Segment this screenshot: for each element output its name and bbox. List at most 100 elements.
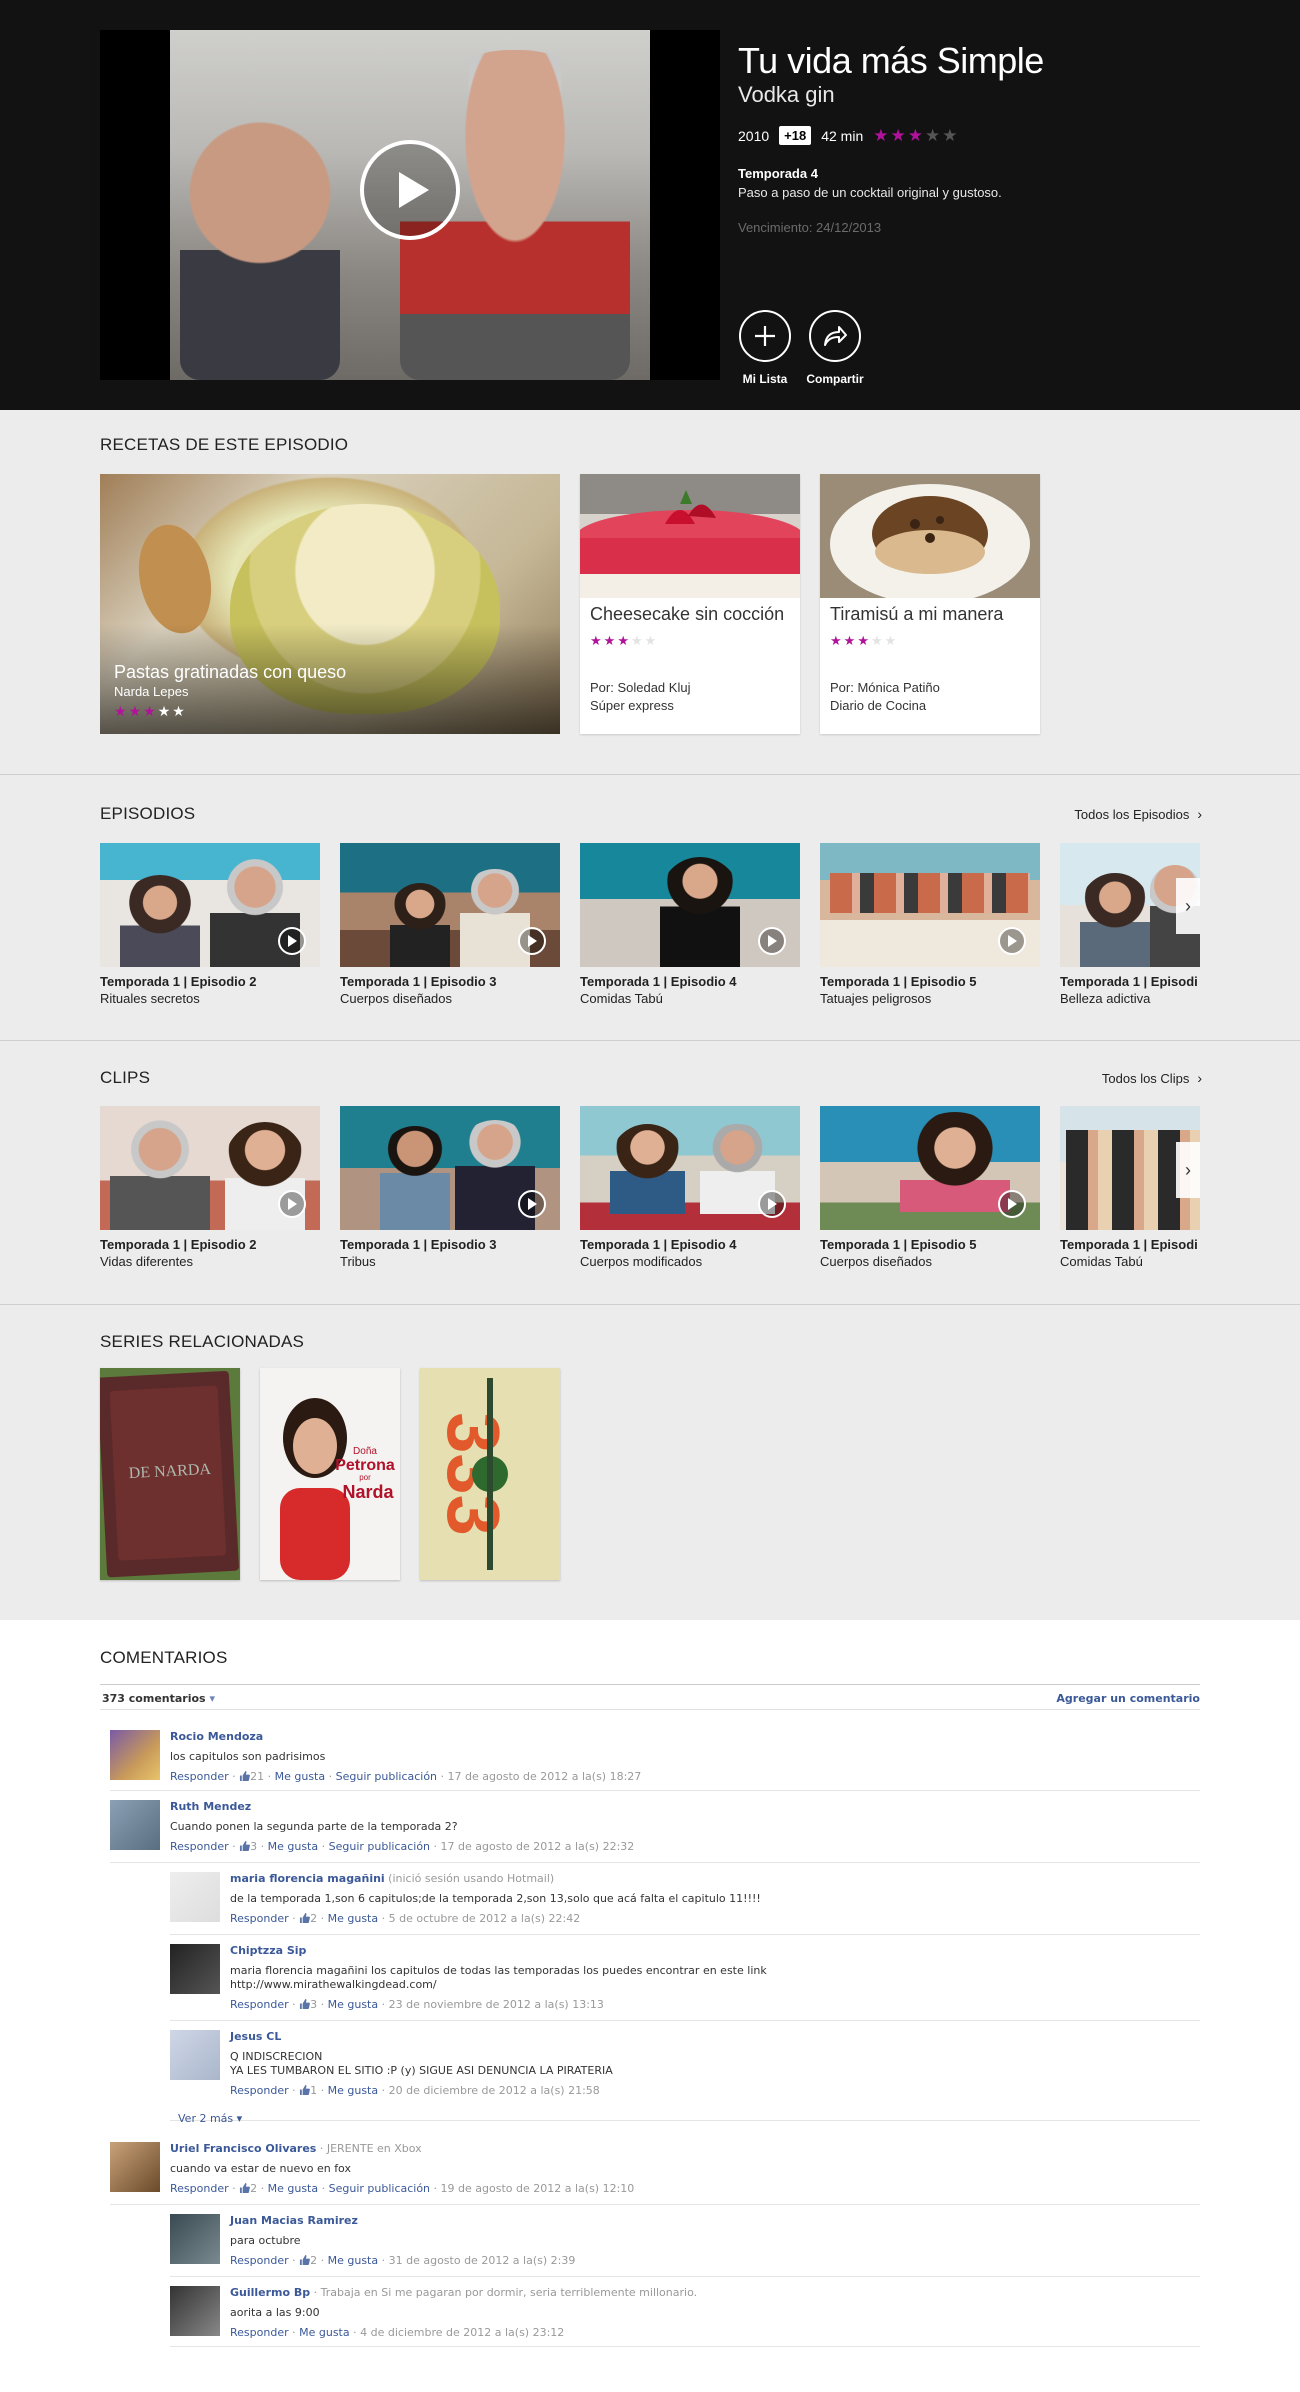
- avatar[interactable]: [170, 1944, 220, 1994]
- comment-author[interactable]: Juan Macias Ramirez: [230, 2214, 358, 2227]
- related-series-card[interactable]: Doña Petrona por Narda: [260, 1368, 400, 1580]
- episodes-next-arrow[interactable]: ›: [1176, 878, 1200, 934]
- reply-link[interactable]: Responder: [170, 2182, 229, 2195]
- episode-label: Temporada 1 | Episodio 2: [100, 974, 257, 989]
- clip-name: Cuerpos diseñados: [820, 1254, 933, 1269]
- reply-link[interactable]: Responder: [170, 1770, 229, 1783]
- avatar[interactable]: [170, 2030, 220, 2080]
- recipe-card[interactable]: Cheesecake sin cocción ★ ★ ★ ★ ★ Por: Soleda…: [580, 474, 800, 734]
- comment-body: maria florencia magañini (inició sesión …: [230, 1872, 761, 1925]
- play-button[interactable]: [360, 140, 460, 240]
- reply-link[interactable]: Responder: [230, 2254, 289, 2267]
- my-list-button[interactable]: Mi Lista: [730, 310, 800, 386]
- clip-name: Tribus: [340, 1254, 376, 1269]
- comment-body: Guillermo Bp · Trabaja en Si me pagaran …: [230, 2286, 697, 2339]
- avatar[interactable]: [170, 2286, 220, 2336]
- star-icon: ★: [114, 703, 127, 719]
- star-icon: ★: [157, 703, 171, 719]
- recipes-section-title: RECETAS DE ESTE EPISODIO: [100, 435, 349, 454]
- add-comment-link[interactable]: Agregar un comentario: [1056, 1692, 1200, 1705]
- episode-card[interactable]: Temporada 1 | Episodio 2 Rituales secret…: [100, 843, 320, 1006]
- follow-link[interactable]: Seguir publicación: [329, 1840, 430, 1853]
- comments-count-dropdown[interactable]: 373 comentarios ▾: [102, 1692, 215, 1705]
- thumbs-up-icon: [240, 2183, 250, 2193]
- episodes-section-title: EPISODIOS: [100, 804, 196, 823]
- avatar[interactable]: [110, 1800, 160, 1850]
- comment-text-line: Cuando ponen la segunda parte de la temp…: [170, 1820, 458, 1833]
- clips-section-title: CLIPS: [100, 1068, 151, 1087]
- comment-actions: Responder · 2 · Me gusta · 5 de octubre …: [230, 1912, 581, 1925]
- episode-label: Temporada 1 | Episodi: [1060, 974, 1198, 989]
- recipe-category: Súper express: [590, 698, 674, 713]
- episode-card[interactable]: Temporada 1 | Episodio 3 Cuerpos diseñad…: [340, 843, 560, 1006]
- recipe-title: Cheesecake sin cocción: [590, 604, 785, 624]
- see-more-replies-link[interactable]: Ver 2 más ▾: [178, 2112, 242, 2125]
- share-label: Compartir: [806, 372, 864, 386]
- reply-link[interactable]: Responder: [230, 1912, 289, 1925]
- comment-text-line: maria florencia magañini los capitulos d…: [230, 1964, 767, 1977]
- avatar[interactable]: [110, 1730, 160, 1780]
- comment-author[interactable]: Rocio Mendoza: [170, 1730, 263, 1743]
- like-link[interactable]: Me gusta: [328, 2084, 379, 2097]
- share-button[interactable]: Compartir: [800, 310, 870, 386]
- reply-link[interactable]: Responder: [170, 1840, 229, 1853]
- recipe-featured-card[interactable]: Pastas gratinadas con queso Narda Lepes …: [100, 474, 560, 734]
- star-icon: ★: [128, 703, 142, 719]
- like-link[interactable]: Me gusta: [328, 2254, 379, 2267]
- see-all-episodes-link[interactable]: Todos los Episodios ›: [1074, 806, 1202, 822]
- related-series-card[interactable]: 333: [420, 1368, 560, 1580]
- comment-actions: Responder · 1 · Me gusta · 20 de diciemb…: [230, 2084, 600, 2097]
- clip-card[interactable]: Temporada 1 | Episodio 5 Cuerpos diseñad…: [820, 1106, 1040, 1269]
- star-icon: ★: [843, 633, 856, 648]
- thumbs-up-icon: [300, 1999, 310, 2009]
- show-title: Tu vida más Simple: [738, 40, 1044, 81]
- clip-card[interactable]: Temporada 1 | Episodio 3 Tribus: [340, 1106, 560, 1269]
- like-link[interactable]: Me gusta: [299, 2326, 350, 2339]
- star-icon: ★: [644, 633, 657, 648]
- comment-author[interactable]: Chiptzza Sip: [230, 1944, 306, 1957]
- follow-link[interactable]: Seguir publicación: [329, 2182, 430, 2195]
- my-list-label: Mi Lista: [742, 372, 788, 386]
- comment-author[interactable]: Jesus CL: [230, 2030, 281, 2043]
- see-all-clips-link[interactable]: Todos los Clips ›: [1102, 1070, 1202, 1086]
- comment-date: 4 de diciembre de 2012 a la(s) 23:12: [360, 2326, 565, 2339]
- comment-author[interactable]: Guillermo Bp: [230, 2286, 310, 2299]
- expiry-date: Vencimiento: 24/12/2013: [738, 220, 882, 235]
- episode-card[interactable]: Temporada 1 | Episodio 4 Comidas Tabú: [580, 843, 800, 1006]
- like-link[interactable]: Me gusta: [275, 1770, 326, 1783]
- episode-card[interactable]: Temporada 1 | Episodio 5 Tatuajes peligr…: [820, 843, 1040, 1006]
- chevron-down-icon: ▾: [209, 1692, 215, 1705]
- video-player[interactable]: [100, 30, 720, 380]
- like-link[interactable]: Me gusta: [268, 1840, 319, 1853]
- comment-separator: [110, 2204, 1200, 2205]
- episode-name: Comidas Tabú: [580, 991, 663, 1006]
- reply-link[interactable]: Responder: [230, 1998, 289, 2011]
- avatar[interactable]: [170, 1872, 220, 1922]
- play-icon: [758, 1190, 786, 1218]
- clips-next-arrow[interactable]: ›: [1176, 1142, 1200, 1198]
- star-rating[interactable]: ★ ★ ★ ★ ★: [873, 127, 957, 144]
- like-link[interactable]: Me gusta: [268, 2182, 319, 2195]
- comment-author[interactable]: maria florencia magañini: [230, 1872, 385, 1885]
- reply-link[interactable]: Responder: [230, 2326, 289, 2339]
- avatar[interactable]: [110, 2142, 160, 2192]
- comments-count: 373 comentarios: [102, 1692, 206, 1705]
- clip-card[interactable]: Temporada 1 | Episodio 4 Cuerpos modific…: [580, 1106, 800, 1269]
- comment-actions: Responder · 3 · Me gusta · Seguir public…: [170, 1840, 635, 1853]
- comment-author[interactable]: Uriel Francisco Olivares: [170, 2142, 316, 2155]
- recipe-card[interactable]: Tiramisú a mi manera ★ ★ ★ ★ ★ Por: Mónica P…: [820, 474, 1040, 734]
- clip-card[interactable]: Temporada 1 | Episodio 2 Vidas diferente…: [100, 1106, 320, 1269]
- star-icon: ★: [884, 633, 897, 648]
- related-series-card[interactable]: DE NARDA: [100, 1368, 240, 1580]
- star-icon: ★: [870, 633, 883, 648]
- recipe-image: [820, 474, 1040, 598]
- avatar[interactable]: [170, 2214, 220, 2264]
- follow-link[interactable]: Seguir publicación: [336, 1770, 437, 1783]
- section-divider: [0, 1304, 1300, 1305]
- comment-author[interactable]: Ruth Mendez: [170, 1800, 251, 1813]
- reply-link[interactable]: Responder: [230, 2084, 289, 2097]
- like-link[interactable]: Me gusta: [328, 1998, 379, 2011]
- recipe-author: Narda Lepes: [114, 684, 189, 699]
- related-section-title: SERIES RELACIONADAS: [100, 1332, 305, 1351]
- like-link[interactable]: Me gusta: [328, 1912, 379, 1925]
